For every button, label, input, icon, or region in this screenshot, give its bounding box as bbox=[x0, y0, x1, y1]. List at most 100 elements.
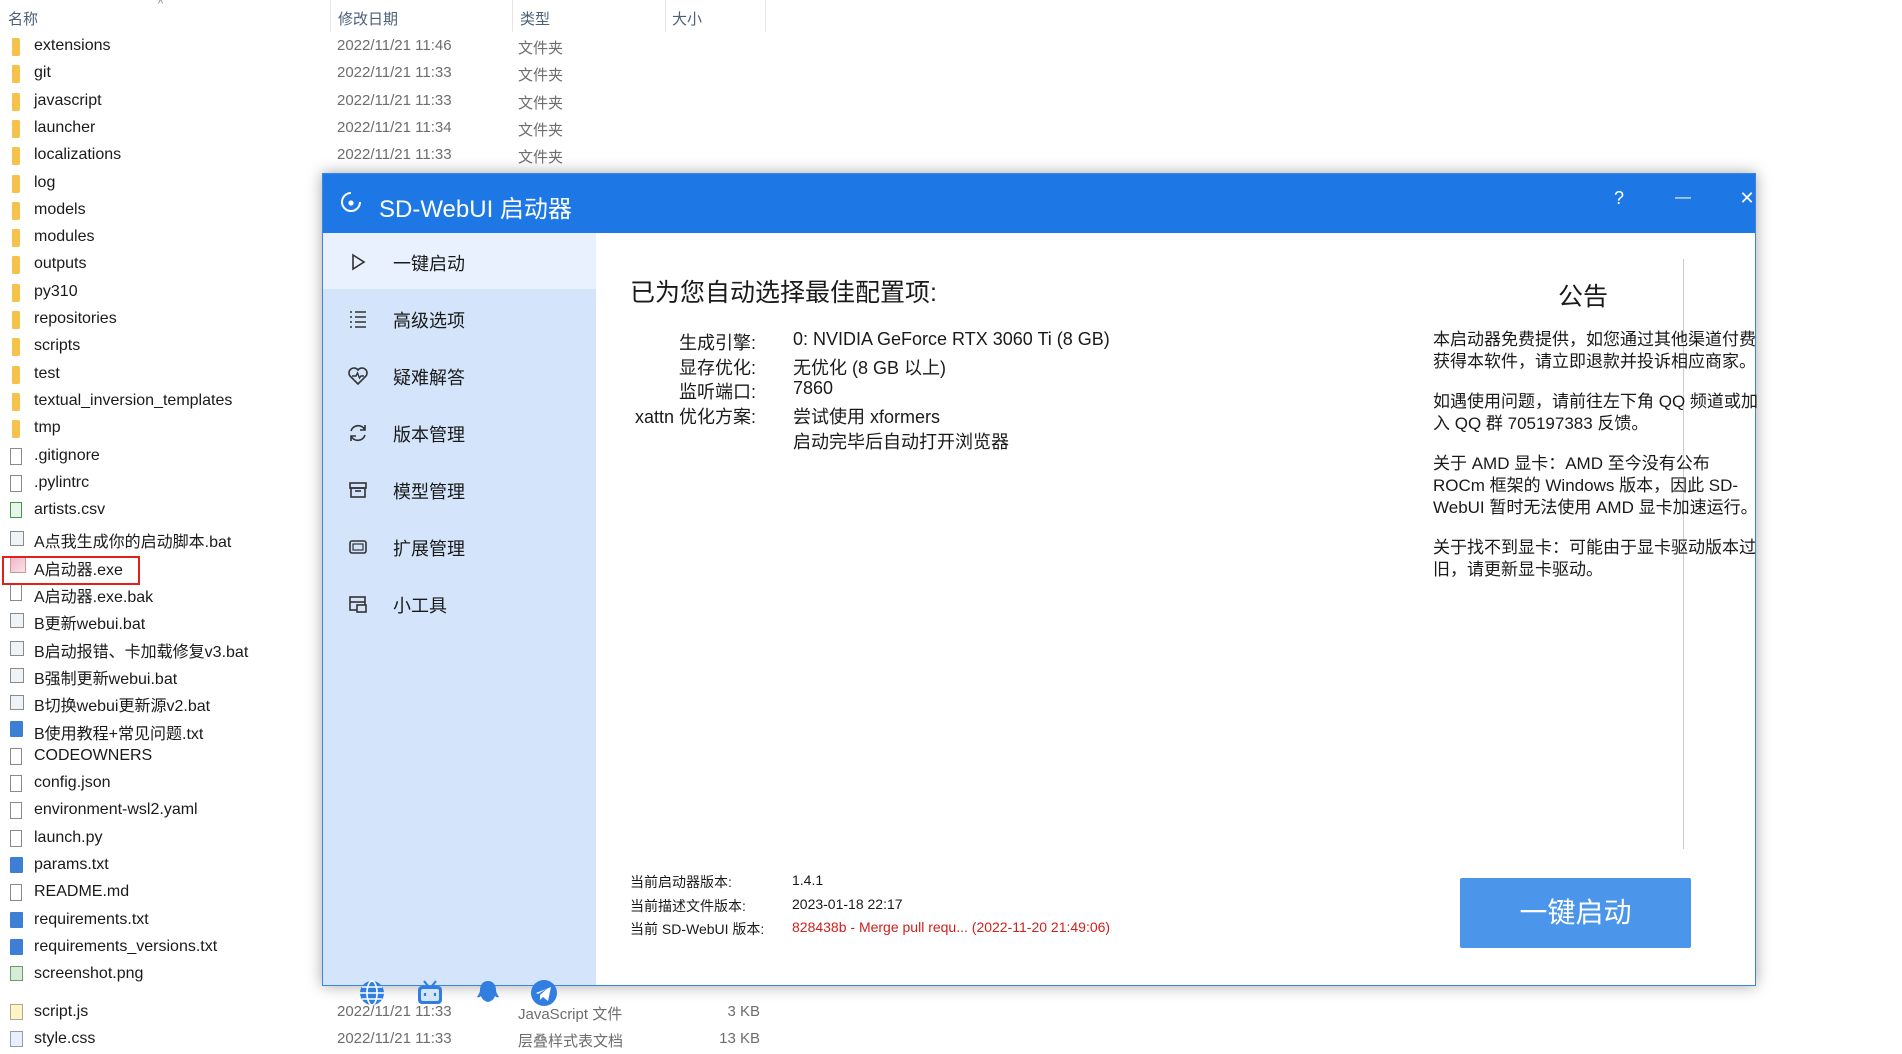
heart-pulse-icon bbox=[348, 367, 368, 386]
column-type[interactable]: 类型 bbox=[520, 8, 550, 29]
config-heading: 已为您自动选择最佳配置项: bbox=[630, 279, 937, 307]
file-name: extensions bbox=[34, 37, 111, 54]
file-name: javascript bbox=[34, 91, 102, 109]
version-value: 2023-01-18 22:17 bbox=[792, 896, 903, 912]
column-name[interactable]: 名称 bbox=[8, 8, 38, 29]
nav-label: 一键启动 bbox=[393, 254, 465, 274]
css-file-icon bbox=[10, 1031, 23, 1047]
column-divider[interactable] bbox=[765, 0, 766, 32]
file-date: 2022/11/21 11:46 bbox=[337, 37, 452, 54]
file-name: textual_inversion_templates bbox=[34, 391, 233, 409]
bat-file-icon bbox=[10, 667, 24, 683]
column-divider[interactable] bbox=[512, 0, 513, 32]
file-date: 2022/11/21 11:33 bbox=[337, 1030, 452, 1047]
folder-icon bbox=[12, 65, 20, 84]
file-name: B强制更新webui.bat bbox=[34, 670, 178, 688]
file-name: config.json bbox=[34, 774, 111, 792]
file-name: screenshot.png bbox=[34, 965, 144, 983]
bat-file-icon bbox=[10, 695, 24, 711]
file-name: .gitignore bbox=[34, 446, 100, 464]
chip-icon bbox=[349, 540, 367, 554]
help-button[interactable]: ? bbox=[1593, 180, 1645, 216]
file-name: artists.csv bbox=[34, 501, 106, 519]
refresh-icon bbox=[350, 424, 366, 442]
nav-extension-management[interactable]: 扩展管理 bbox=[323, 518, 596, 574]
file-icon bbox=[10, 802, 22, 820]
config-label: 生成引擎: bbox=[678, 333, 756, 353]
file-date: 2022/11/21 11:33 bbox=[337, 91, 452, 109]
telegram-icon[interactable] bbox=[529, 978, 559, 1008]
bilibili-icon[interactable] bbox=[415, 978, 445, 1008]
file-size: 13 KB bbox=[719, 1030, 760, 1047]
file-name: repositories bbox=[34, 310, 117, 327]
version-value[interactable]: 828438b - Merge pull requ... (2022-11-20… bbox=[792, 919, 1110, 935]
notice-body: 本启动器免费提供，如您通过其他渠道付费获得本软件，请立即退款并投诉相应商家。 如… bbox=[1433, 329, 1758, 599]
file-name: launch.py bbox=[34, 828, 103, 846]
file-row[interactable]: style.css 2022/11/21 11:33 层叠样式表文档 13 KB bbox=[0, 1027, 780, 1054]
file-date: 2022/11/21 11:33 bbox=[337, 146, 452, 164]
file-name: py310 bbox=[34, 282, 78, 300]
one-click-launch-button[interactable]: 一键启动 bbox=[1460, 878, 1691, 948]
file-icon bbox=[10, 747, 22, 765]
folder-row[interactable]: javascript 2022/11/21 11:33 文件夹 bbox=[0, 89, 780, 116]
file-type: 文件夹 bbox=[518, 121, 564, 139]
file-type: 文件夹 bbox=[518, 149, 564, 167]
folder-icon bbox=[12, 38, 20, 56]
folder-icon bbox=[12, 311, 20, 329]
file-name: tmp bbox=[34, 419, 61, 437]
nav-model-management[interactable]: 模型管理 bbox=[323, 461, 596, 517]
file-name: B启动报错、卡加载修复v3.bat bbox=[34, 643, 249, 661]
qq-icon[interactable] bbox=[473, 978, 503, 1008]
file-icon bbox=[10, 447, 22, 465]
minimize-button[interactable]: — bbox=[1657, 180, 1709, 216]
file-icon bbox=[10, 584, 22, 601]
app-logo-icon bbox=[341, 192, 361, 212]
list-icon bbox=[350, 311, 366, 328]
nav-one-click-launch[interactable]: 一键启动 bbox=[323, 233, 596, 289]
file-name: outputs bbox=[34, 255, 87, 273]
nav-label: 模型管理 bbox=[393, 482, 465, 502]
file-name: requirements_versions.txt bbox=[34, 937, 218, 955]
csv-file-icon bbox=[10, 502, 22, 519]
bat-file-icon bbox=[10, 613, 24, 629]
folder-row[interactable]: git 2022/11/21 11:33 文件夹 bbox=[0, 61, 780, 88]
folder-icon bbox=[12, 229, 20, 248]
nav-tools[interactable]: 小工具 bbox=[323, 575, 596, 631]
column-divider[interactable] bbox=[330, 0, 331, 32]
explorer-column-header: 名称 ^ 修改日期 类型 大小 bbox=[0, 0, 770, 32]
file-row[interactable]: script.js 2022/11/21 11:33 JavaScript 文件 3 … bbox=[0, 1000, 780, 1027]
folder-row[interactable]: launcher 2022/11/21 11:34 文件夹 bbox=[0, 116, 780, 143]
globe-icon[interactable] bbox=[357, 978, 387, 1008]
folder-icon bbox=[12, 365, 20, 384]
folder-row[interactable]: extensions 2022/11/21 11:46 文件夹 bbox=[0, 34, 780, 61]
column-date[interactable]: 修改日期 bbox=[338, 8, 398, 29]
file-name: style.css bbox=[34, 1030, 96, 1047]
toolbox-icon bbox=[349, 596, 367, 613]
notice-paragraph: 本启动器免费提供，如您通过其他渠道付费获得本软件，请立即退款并投诉相应商家。 bbox=[1433, 330, 1756, 371]
bat-file-icon bbox=[10, 531, 24, 547]
file-type: 层叠样式表文档 bbox=[518, 1033, 624, 1050]
config-value: 启动完毕后自动打开浏览器 bbox=[793, 432, 1009, 452]
config-value: 7860 bbox=[793, 378, 834, 398]
folder-icon bbox=[12, 174, 20, 193]
file-type: 文件夹 bbox=[518, 94, 564, 112]
version-label: 当前启动器版本: bbox=[630, 874, 732, 890]
close-button[interactable]: ✕ bbox=[1721, 180, 1773, 216]
file-name: CODEOWNERS bbox=[34, 746, 153, 764]
file-name: README.md bbox=[34, 883, 130, 901]
file-size: 3 KB bbox=[727, 1003, 760, 1020]
file-name: modules bbox=[34, 228, 95, 246]
txt-file-icon bbox=[10, 938, 23, 955]
file-icon bbox=[10, 884, 22, 902]
file-name: B更新webui.bat bbox=[34, 616, 146, 634]
file-name: B使用教程+常见问题.txt bbox=[34, 725, 204, 743]
sort-ascending-icon: ^ bbox=[158, 0, 164, 10]
notice-heading: 公告 bbox=[1557, 283, 1608, 311]
folder-row[interactable]: localizations 2022/11/21 11:33 文件夹 bbox=[0, 143, 780, 170]
column-divider[interactable] bbox=[665, 0, 666, 32]
config-value: 0: NVIDIA GeForce RTX 3060 Ti (8 GB) bbox=[793, 329, 1110, 349]
txt-file-icon bbox=[10, 857, 23, 873]
title-bar[interactable]: SD-WebUI 启动器 ? — ✕ bbox=[323, 174, 1755, 233]
column-size[interactable]: 大小 bbox=[672, 8, 702, 29]
file-name: script.js bbox=[34, 1003, 89, 1020]
